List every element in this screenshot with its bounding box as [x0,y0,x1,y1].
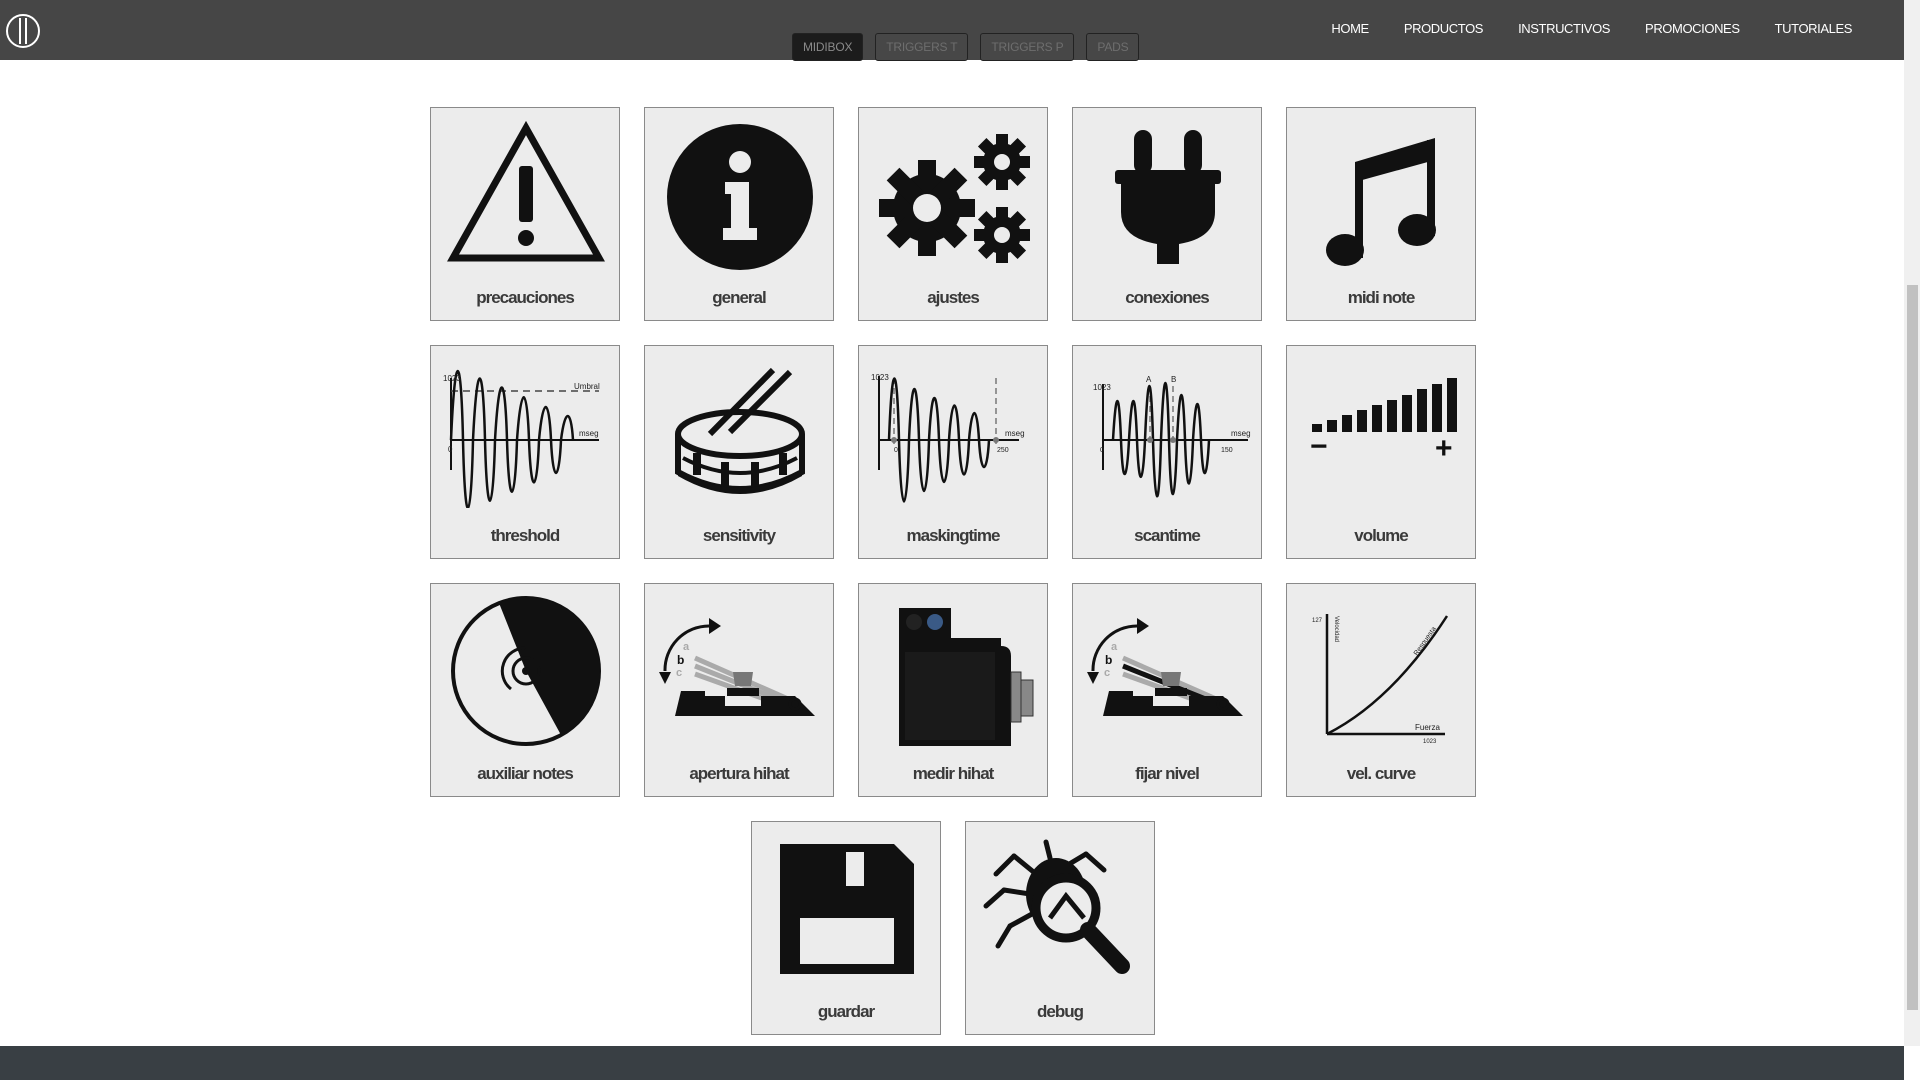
nav-productos[interactable]: PRODUCTOS [1404,21,1484,36]
volume-minus-icon: − [1310,430,1328,463]
threshold-wave-icon: 1023 Umbral mseg 0 [443,369,600,508]
tile-label: precauciones [476,288,575,307]
chart-text: c [676,667,682,679]
gears-icon [879,134,1030,263]
vertical-scrollbar[interactable] [1904,0,1920,1046]
tile-label: guardar [817,1002,875,1021]
chart-text: c [1104,667,1110,679]
maskingtime-wave-icon: 1023 mseg 0 250 [871,373,1025,503]
tile-sensitivity[interactable]: sensitivity [644,345,834,559]
tile-label: maskingtime [906,526,1001,545]
tile-label: debug [1037,1002,1084,1021]
tile-label: vel. curve [1346,764,1416,783]
chart-text: 1023 [1423,739,1437,745]
tile-label: fijar nivel [1135,764,1200,783]
tile-ajustes[interactable]: ajustes [858,107,1048,321]
disc-icon [451,596,601,746]
top-navbar: MIDIBOX TRIGGERS T TRIGGERS P PADS HOME … [0,0,1904,61]
tile-fijar-nivel[interactable]: a b c fijar nivel [1072,583,1262,797]
tile-row: guardar debug [429,821,1477,1035]
tile-label: sensitivity [702,526,776,545]
tile-grid: precauciones general ajustes conexiones … [429,107,1477,1059]
chart-text: mseg [579,429,599,438]
chart-text: 1023 [871,373,889,382]
tile-label: conexiones [1125,288,1210,307]
velocity-curve-icon: 127 Velocidad Respuesta Fuerza 1023 [1312,614,1449,745]
info-icon [667,124,813,270]
tile-maskingtime[interactable]: 1023 mseg 0 250 maskingtime [858,345,1048,559]
chart-text: 150 [1221,447,1233,454]
tile-vel-curve[interactable]: 127 Velocidad Respuesta Fuerza 1023 vel.… [1286,583,1476,797]
chart-text: Respuesta [1413,626,1438,658]
chart-text: 1023 [443,374,461,383]
chart-text: Fuerza [1415,723,1440,732]
tile-label: volume [1354,526,1409,545]
tile-row: auxiliar notes a b c apertura hihat medi… [429,583,1477,797]
chart-text: A [1146,375,1152,384]
chart-text: 0 [1100,447,1104,454]
chart-text: 1023 [1093,383,1111,392]
bug-magnifier-icon [983,839,1130,974]
device-box-icon [899,608,1034,746]
tile-debug[interactable]: debug [965,821,1155,1035]
tile-midi-note[interactable]: midi note [1286,107,1476,321]
tile-medir-hihat[interactable]: medir hihat [858,583,1048,797]
nav-instructivos[interactable]: INSTRUCTIVOS [1518,21,1610,36]
product-subtabs: MIDIBOX TRIGGERS T TRIGGERS P PADS [792,33,1140,61]
chart-text: Velocidad [1333,616,1339,642]
tile-volume[interactable]: − + volume [1286,345,1476,559]
chart-text: mseg [1005,429,1025,438]
scantime-wave-icon: 1023 A B mseg 0 150 [1093,375,1251,498]
music-note-icon [1326,138,1436,266]
save-disk-icon [780,844,914,974]
brand-logo-icon[interactable] [5,13,41,49]
tile-apertura-hihat[interactable]: a b c apertura hihat [644,583,834,797]
tile-label: medir hihat [912,764,995,783]
tile-label: scantime [1134,526,1201,545]
tile-conexiones[interactable]: conexiones [1072,107,1262,321]
chart-text: 250 [997,447,1009,454]
tile-threshold[interactable]: 1023 Umbral mseg 0 threshold [430,345,620,559]
chart-text: 0 [894,447,898,454]
tile-label: midi note [1347,288,1416,307]
nav-tutoriales[interactable]: TUTORIALES [1775,21,1853,36]
snare-drum-icon [675,367,805,494]
scrollbar-thumb[interactable] [1907,285,1918,1010]
subtab-midibox[interactable]: MIDIBOX [792,33,864,61]
tile-general[interactable]: general [644,107,834,321]
tile-guardar[interactable]: guardar [751,821,941,1035]
volume-bars-icon: − + [1310,378,1457,465]
plug-icon [1115,130,1221,264]
page-footer [0,1046,1904,1080]
hihat-pedal-level-icon: a b c [1087,618,1243,716]
warning-icon [447,120,605,262]
tile-scantime[interactable]: 1023 A B mseg 0 150 scantime [1072,345,1262,559]
tile-precauciones[interactable]: precauciones [430,107,620,321]
chart-text: Umbral [574,382,600,391]
tile-label: ajustes [927,288,980,307]
hihat-pedal-icon: a b c [659,618,815,716]
tile-label: threshold [490,526,560,545]
main-nav: HOME PRODUCTOS INSTRUCTIVOS PROMOCIONES … [1331,21,1852,36]
chart-text: a [1111,641,1118,653]
tile-auxiliar-notes[interactable]: auxiliar notes [430,583,620,797]
chart-text: b [1105,653,1112,667]
chart-text: 127 [1312,618,1323,624]
chart-text: B [1171,375,1176,384]
chart-text: a [683,641,690,653]
tile-label: auxiliar notes [477,764,574,783]
nav-home[interactable]: HOME [1331,21,1369,36]
subtab-triggers-t[interactable]: TRIGGERS T [875,33,969,61]
chart-text: 0 [448,445,453,454]
tile-label: apertura hihat [689,764,789,783]
chart-text: mseg [1231,429,1251,438]
subtab-pads[interactable]: PADS [1086,33,1140,61]
volume-plus-icon: + [1435,432,1453,465]
nav-promociones[interactable]: PROMOCIONES [1645,21,1740,36]
subtab-triggers-p[interactable]: TRIGGERS P [980,33,1075,61]
chart-text: b [677,653,684,667]
tile-row: 1023 Umbral mseg 0 threshold sensitivity… [429,345,1477,559]
tile-label: general [712,288,766,307]
tile-row: precauciones general ajustes conexiones … [429,107,1477,321]
